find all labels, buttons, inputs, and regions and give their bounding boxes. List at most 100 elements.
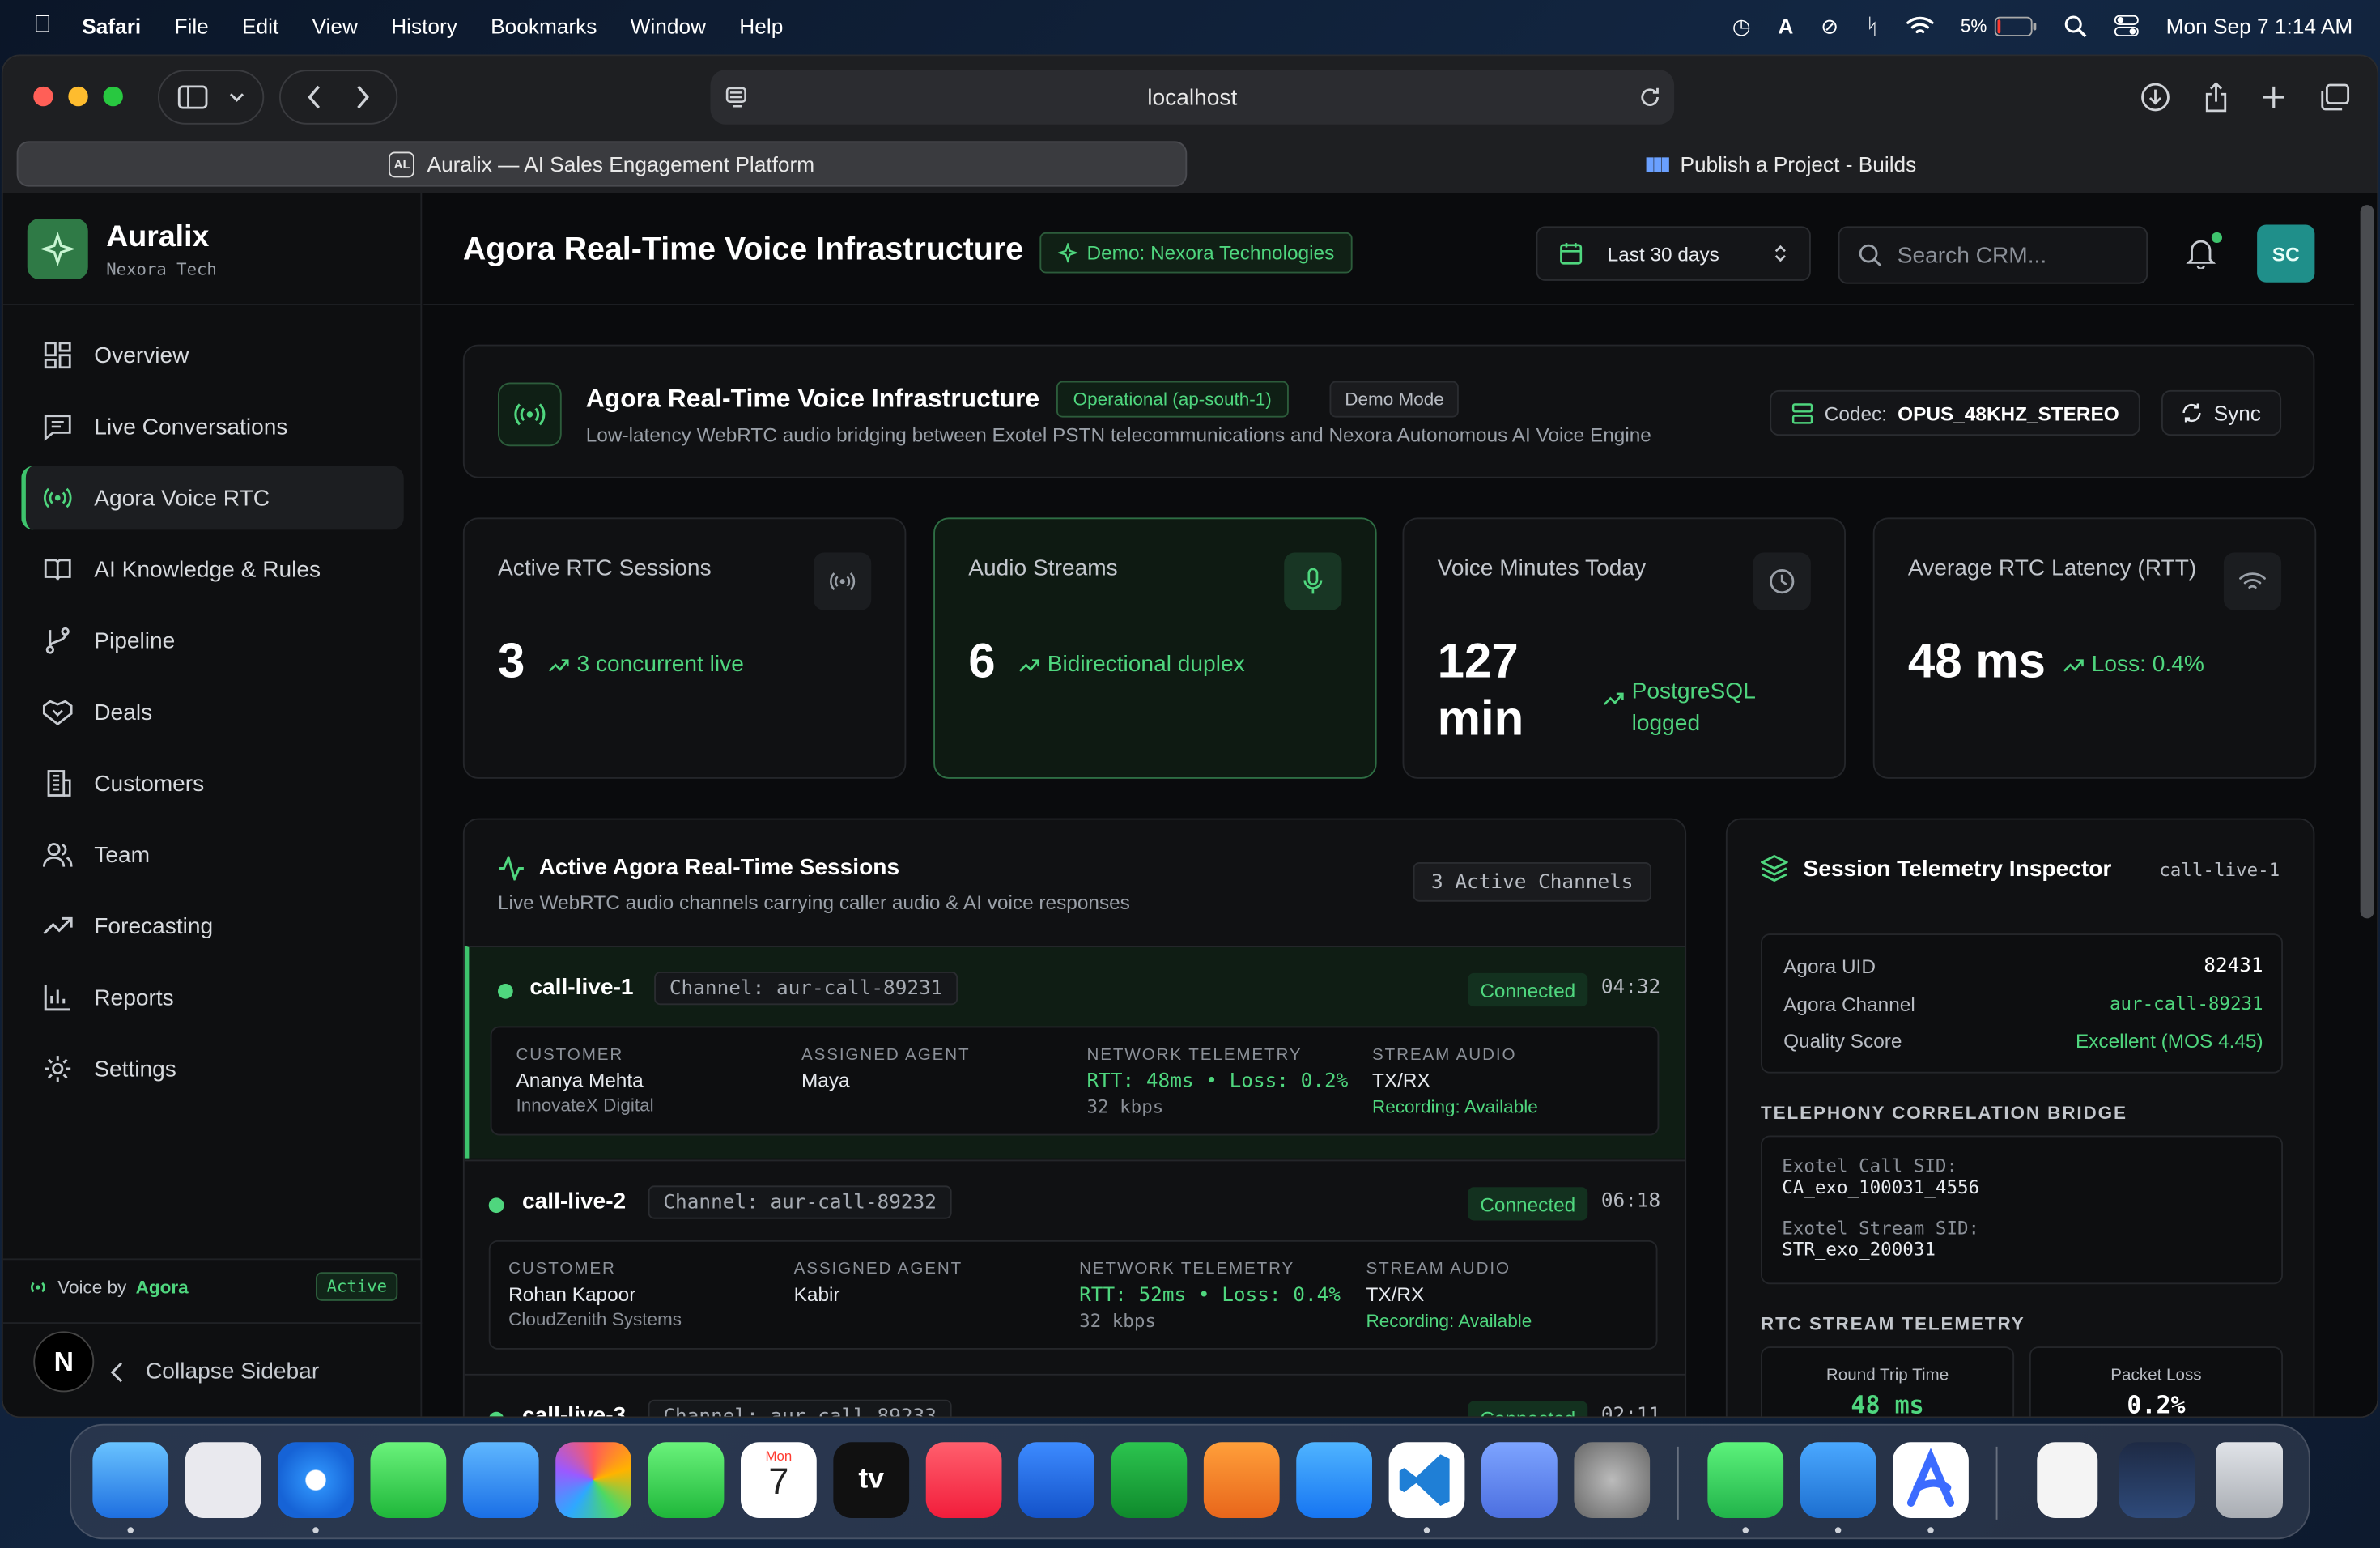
menu-window[interactable]: Window xyxy=(631,14,706,38)
downloads-icon[interactable] xyxy=(2140,82,2171,113)
new-tab-icon[interactable] xyxy=(2262,85,2286,109)
messages-icon[interactable] xyxy=(370,1442,447,1518)
sidebar-item-live-conversations[interactable]: Live Conversations xyxy=(21,395,404,459)
back-button[interactable] xyxy=(307,85,322,109)
battery-icon[interactable] xyxy=(1994,15,2038,36)
pages-icon[interactable] xyxy=(1203,1442,1280,1518)
search-crm-input[interactable]: Search CRM... xyxy=(1838,226,2148,284)
address-bar[interactable]: localhost xyxy=(710,70,1675,125)
sidebar-item-agora-voice-rtc[interactable]: Agora Voice RTC xyxy=(21,466,404,530)
menu-help[interactable]: Help xyxy=(739,14,783,38)
menu-history[interactable]: History xyxy=(391,14,457,38)
spotlight-icon[interactable] xyxy=(2064,15,2087,37)
stream-sid-value: STR_exo_200031 xyxy=(1782,1239,1936,1261)
sidebar-item-label: Customers xyxy=(94,770,205,797)
customer-name: Rohan Kapoor xyxy=(508,1282,636,1306)
auralix-favicon: AL xyxy=(389,151,415,177)
forward-button[interactable] xyxy=(355,85,371,109)
wifi-status-icon[interactable] xyxy=(1906,15,1933,36)
appletv-icon[interactable]: tv xyxy=(833,1442,910,1518)
sidebar-item-pipeline[interactable]: Pipeline xyxy=(21,609,404,673)
keynote-icon[interactable] xyxy=(1018,1442,1094,1518)
sidebar-item-forecasting[interactable]: Forecasting xyxy=(21,894,404,958)
share-icon[interactable] xyxy=(2204,82,2229,113)
tab-publish-project[interactable]: ▮▮▮ Publish a Project - Builds xyxy=(1196,141,2365,186)
simulator-icon[interactable] xyxy=(1481,1442,1558,1518)
text-input-icon[interactable]: A xyxy=(1778,14,1793,38)
sidebar-item-label: Forecasting xyxy=(94,912,214,939)
apple-menu-icon[interactable]:  xyxy=(33,12,52,40)
arc-icon[interactable] xyxy=(1893,1442,1969,1518)
inspector-title-text: Session Telemetry Inspector xyxy=(1803,855,2112,882)
collapse-sidebar-button[interactable]: Collapse Sidebar xyxy=(109,1359,319,1384)
url-text[interactable]: localhost xyxy=(1147,84,1237,110)
session-details: CUSTOMER Rohan Kapoor CloudZenith System… xyxy=(488,1240,1658,1350)
sidebar-item-label: Agora Voice RTC xyxy=(94,485,270,511)
settings-icon[interactable] xyxy=(1574,1442,1651,1518)
numbers-icon[interactable] xyxy=(1111,1442,1188,1518)
reload-icon[interactable] xyxy=(1638,85,1662,109)
scrollbar-thumb[interactable] xyxy=(2360,205,2374,919)
close-window-button[interactable] xyxy=(33,86,53,107)
menu-app-name[interactable]: Safari xyxy=(82,14,141,38)
sidebar-item-overview[interactable]: Overview xyxy=(21,323,404,387)
calendar-icon[interactable]: Mon 7 xyxy=(741,1442,817,1518)
document-icon[interactable] xyxy=(2037,1442,2098,1518)
codec-label: Codec: xyxy=(1824,401,1888,425)
user-avatar-sc[interactable]: SC xyxy=(2257,224,2315,283)
sessions-title: Active Agora Real-Time Sessions xyxy=(498,855,899,881)
screen-time-icon[interactable]: ◷ xyxy=(1732,13,1751,39)
facetime-icon[interactable] xyxy=(648,1442,725,1518)
app-content: Auralix Nexora Tech Overview Live Conver… xyxy=(2,193,2378,1417)
sidebar-toggle-button[interactable] xyxy=(158,70,265,125)
music-icon[interactable] xyxy=(925,1442,1002,1518)
tab-auralix[interactable]: AL Auralix — AI Sales Engagement Platfor… xyxy=(16,141,1188,187)
safari-icon[interactable] xyxy=(278,1442,354,1518)
control-center-icon[interactable] xyxy=(2114,15,2139,36)
wifi-icon xyxy=(2223,552,2282,610)
zoom-window-button[interactable] xyxy=(103,86,123,107)
tab-overview-icon[interactable] xyxy=(2319,83,2350,111)
codec-badge: Codec: OPUS_48KHZ_STEREO xyxy=(1770,389,2141,436)
photos-icon[interactable] xyxy=(555,1442,631,1518)
menu-edit[interactable]: Edit xyxy=(242,14,278,38)
menu-view[interactable]: View xyxy=(312,14,358,38)
connection-status-badge: Connected xyxy=(1468,1401,1588,1417)
airdrop-off-icon[interactable]: ⊘ xyxy=(1821,13,1838,39)
sidebar-item-customers[interactable]: Customers xyxy=(21,751,404,815)
session-row[interactable]: call-live-2 Channel: aur-call-89232 Conn… xyxy=(464,1159,1685,1373)
docker-icon[interactable] xyxy=(1800,1442,1876,1518)
menu-clock[interactable]: Mon Sep 7 1:14 AM xyxy=(2166,14,2353,38)
page-menu-icon[interactable] xyxy=(725,87,750,108)
minimize-window-button[interactable] xyxy=(68,86,88,107)
mail-icon[interactable] xyxy=(462,1442,539,1518)
sidebar-item-team[interactable]: Team xyxy=(21,823,404,887)
user-avatar[interactable]: N xyxy=(33,1331,95,1393)
screenshot-icon[interactable] xyxy=(2119,1442,2195,1518)
stat-trend-text: logged xyxy=(1631,710,1701,737)
appstore-icon[interactable] xyxy=(1296,1442,1372,1518)
sidebar-item-label: AI Knowledge & Rules xyxy=(94,556,321,583)
session-row[interactable]: call-live-1 Channel: aur-call-89231 Conn… xyxy=(464,946,1685,1159)
trash-icon[interactable] xyxy=(2216,1442,2283,1518)
sidebar-item-settings[interactable]: Settings xyxy=(21,1037,404,1101)
launchpad-icon[interactable] xyxy=(185,1442,261,1518)
sidebar-item-deals[interactable]: Deals xyxy=(21,680,404,744)
stat-trend: Bidirectional duplex xyxy=(1018,651,1245,677)
whatsapp-icon[interactable] xyxy=(1707,1442,1784,1518)
page-scrollbar[interactable] xyxy=(2356,193,2378,1417)
menu-bookmarks[interactable]: Bookmarks xyxy=(491,14,597,38)
date-range-select[interactable]: Last 30 days xyxy=(1536,226,1811,281)
session-row[interactable]: call-live-3 Channel: aur-call-89233 Conn… xyxy=(464,1373,1685,1417)
infra-title: Agora Real-Time Voice Infrastructure xyxy=(585,384,1040,413)
brand[interactable]: Auralix Nexora Tech xyxy=(27,219,217,279)
menu-file[interactable]: File xyxy=(174,14,208,38)
sidebar-item-ai-knowledge[interactable]: AI Knowledge & Rules xyxy=(21,538,404,602)
builds-favicon: ▮▮▮ xyxy=(1644,151,1671,175)
finder-icon[interactable] xyxy=(92,1442,169,1518)
vscode-icon[interactable] xyxy=(1388,1442,1465,1518)
sync-button[interactable]: Sync xyxy=(2161,389,2282,436)
bluetooth-icon[interactable]: ᛋ xyxy=(1866,14,1879,38)
network-label: NETWORK TELEMETRY xyxy=(1086,1045,1303,1065)
sidebar-item-reports[interactable]: Reports xyxy=(21,966,404,1030)
